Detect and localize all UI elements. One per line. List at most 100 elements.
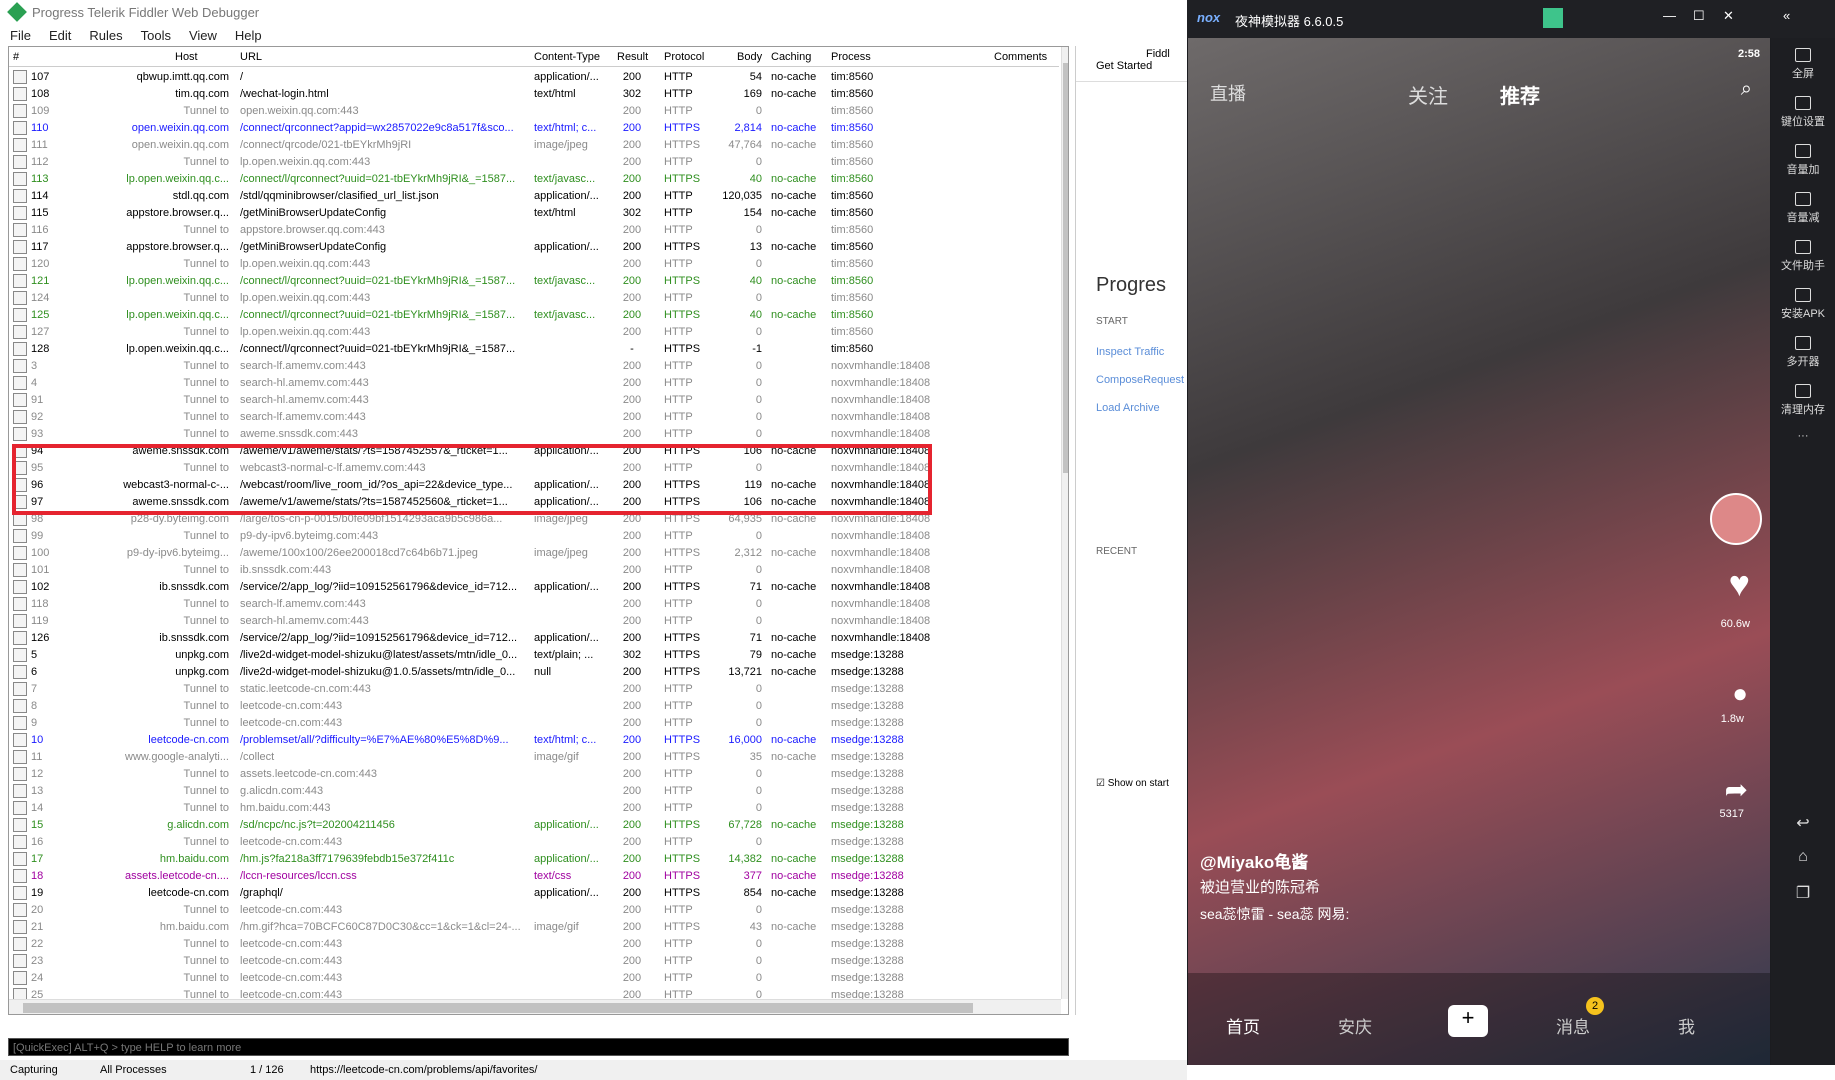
menu-rules[interactable]: Rules — [89, 28, 122, 43]
home-icon[interactable]: ⌂ — [1771, 848, 1835, 866]
nav-city[interactable]: 安庆 — [1338, 1013, 1372, 1038]
table-row[interactable]: 111 open.weixin.qq.com/connect/qrcode/021… — [9, 137, 1059, 154]
table-row[interactable]: 127 Tunnel to lp.open.weixin.qq.com:443 200… — [9, 324, 1059, 341]
table-row[interactable]: 93 Tunnel to aweme.snssdk.com:443 200 HTTP 0 n… — [9, 426, 1059, 443]
author-name[interactable]: @Miyako龟酱 — [1200, 848, 1308, 873]
table-row[interactable]: 118 Tunnel to search-lf.amemv.com:443 200 HT… — [9, 596, 1059, 613]
table-row[interactable]: 23 Tunnel to leetcode-cn.com:443 200 HTTP 0 ms… — [9, 953, 1059, 970]
tab-live[interactable]: 直播 — [1210, 80, 1246, 106]
table-row[interactable]: 22 Tunnel to leetcode-cn.com:443 200 HTTP 0 ms… — [9, 936, 1059, 953]
table-row[interactable]: 10 leetcode-cn.com/problemset/all/?diffic… — [9, 732, 1059, 749]
table-row[interactable]: 114 stdl.qq.com/stdl/qqminibrowser/clasif… — [9, 188, 1059, 205]
minimize-icon[interactable]: — — [1663, 8, 1676, 23]
sessions-hscrollbar[interactable] — [9, 999, 1061, 1014]
collapse-icon[interactable]: « — [1783, 8, 1790, 23]
side-fullscreen[interactable]: 全屏 — [1771, 48, 1835, 81]
vscroll-thumb[interactable] — [1063, 63, 1068, 473]
table-row[interactable]: 121 lp.open.weixin.qq.c... /connect/l/qrco… — [9, 273, 1059, 290]
menu-file[interactable]: File — [10, 28, 31, 43]
hscroll-thumb[interactable] — [23, 1003, 973, 1013]
tab-recommend[interactable]: 推荐 — [1500, 80, 1540, 109]
side-install-apk[interactable]: 安装APK — [1771, 288, 1835, 321]
close-icon[interactable]: ✕ — [1723, 8, 1734, 24]
side-volume-down[interactable]: 音量减 — [1771, 192, 1835, 225]
table-row[interactable]: 110 open.weixin.qq.com/connect/qrconnect?… — [9, 120, 1059, 137]
table-row[interactable]: 15 g.alicdn.com/sd/ncpc/nc.js?t=202004211… — [9, 817, 1059, 834]
side-file-helper[interactable]: 文件助手 — [1771, 240, 1835, 273]
share-icon[interactable]: ➦ — [1725, 773, 1748, 806]
table-row[interactable]: 20 Tunnel to leetcode-cn.com:443 200 HTTP 0 ms… — [9, 902, 1059, 919]
table-row[interactable]: 13 Tunnel to g.alicdn.com:443 200 HTTP 0 msedg… — [9, 783, 1059, 800]
col-protocol[interactable]: Protocol — [664, 51, 704, 63]
tab-fiddler[interactable]: Fiddl — [1146, 48, 1170, 60]
menu-tools[interactable]: Tools — [141, 28, 171, 43]
col-content-type[interactable]: Content-Type — [534, 51, 600, 63]
table-row[interactable]: 126 ib.snssdk.com/service/2/app_log/?iid=… — [9, 630, 1059, 647]
side-clean-memory[interactable]: 清理内存 — [1771, 384, 1835, 417]
col-process[interactable]: Process — [831, 51, 871, 63]
table-row[interactable]: 120 Tunnel to lp.open.weixin.qq.com:443 200… — [9, 256, 1059, 273]
comment-icon[interactable]: ● — [1732, 678, 1748, 709]
process-filter[interactable]: All Processes — [100, 1060, 167, 1080]
table-row[interactable]: 108 tim.qq.com/wechat-login.html text/html… — [9, 86, 1059, 103]
table-row[interactable]: 24 Tunnel to leetcode-cn.com:443 200 HTTP 0 ms… — [9, 970, 1059, 987]
col-url[interactable]: URL — [240, 51, 262, 63]
col-body[interactable]: Body — [737, 51, 762, 63]
table-row[interactable]: 112 Tunnel to lp.open.weixin.qq.com:443 200… — [9, 154, 1059, 171]
nav-me[interactable]: 我 — [1678, 1013, 1695, 1038]
quickexec-input[interactable]: [QuickExec] ALT+Q > type HELP to learn m… — [8, 1038, 1069, 1056]
side-multi-instance[interactable]: 多开器 — [1771, 336, 1835, 369]
menu-edit[interactable]: Edit — [49, 28, 71, 43]
table-row[interactable]: 102 ib.snssdk.com/service/2/app_log/?iid=… — [9, 579, 1059, 596]
table-row[interactable]: 6 unpkg.com/live2d-widget-model-shizuku@1… — [9, 664, 1059, 681]
table-row[interactable]: 18 assets.leetcode-cn.... /lccn-resources/… — [9, 868, 1059, 885]
table-row[interactable]: 113 lp.open.weixin.qq.c... /connect/l/qrco… — [9, 171, 1059, 188]
music-label[interactable]: sea蕊惊雷 - sea蕊 网易: — [1200, 904, 1349, 924]
table-row[interactable]: 3 Tunnel to search-lf.amemv.com:443 200 HTTP… — [9, 358, 1059, 375]
table-row[interactable]: 5 unpkg.com/live2d-widget-model-shizuku@l… — [9, 647, 1059, 664]
create-button[interactable]: + — [1448, 1005, 1488, 1037]
table-row[interactable]: 11 www.google-analyti... /collect image/gif… — [9, 749, 1059, 766]
table-row[interactable]: 115 appstore.browser.q... /getMiniBrowserU… — [9, 205, 1059, 222]
table-row[interactable]: 17 hm.baidu.com/hm.js?fa218a3ff7179639feb… — [9, 851, 1059, 868]
table-row[interactable]: 128 lp.open.weixin.qq.c... /connect/l/qrco… — [9, 341, 1059, 358]
col-comments[interactable]: Comments — [994, 51, 1047, 63]
compose-request-link[interactable]: ComposeRequest — [1096, 374, 1184, 386]
sessions-vscrollbar[interactable] — [1061, 47, 1068, 999]
table-row[interactable]: 9 Tunnel to leetcode-cn.com:443 200 HTTP 0 mse… — [9, 715, 1059, 732]
col-num[interactable]: # — [13, 51, 19, 63]
table-row[interactable]: 116 Tunnel to appstore.browser.qq.com:443 2… — [9, 222, 1059, 239]
author-avatar[interactable] — [1710, 493, 1762, 545]
nox-shop-icon[interactable] — [1543, 8, 1563, 28]
load-archive-link[interactable]: Load Archive — [1096, 402, 1160, 414]
table-row[interactable]: 99 Tunnel to p9-dy-ipv6.byteimg.com:443 200… — [9, 528, 1059, 545]
table-row[interactable]: 12 Tunnel to assets.leetcode-cn.com:443 200… — [9, 766, 1059, 783]
sessions-list[interactable]: # Host URL Content-Type Result Protocol … — [8, 46, 1069, 1015]
table-row[interactable]: 124 Tunnel to lp.open.weixin.qq.com:443 200… — [9, 290, 1059, 307]
side-volume-up[interactable]: 音量加 — [1771, 144, 1835, 177]
table-row[interactable]: 19 leetcode-cn.com/graphql/application/..… — [9, 885, 1059, 902]
col-host[interactable]: Host — [175, 51, 198, 63]
nav-home[interactable]: 首页 — [1226, 1013, 1260, 1038]
recent-apps-icon[interactable]: ❐ — [1771, 883, 1835, 903]
table-row[interactable]: 8 Tunnel to leetcode-cn.com:443 200 HTTP 0 mse… — [9, 698, 1059, 715]
back-icon[interactable]: ↩ — [1771, 813, 1835, 833]
table-row[interactable]: 16 Tunnel to leetcode-cn.com:443 200 HTTP 0 ms… — [9, 834, 1059, 851]
tab-follow[interactable]: 关注 — [1408, 80, 1448, 109]
show-on-start-checkbox[interactable]: ☑ Show on start — [1096, 778, 1169, 789]
capturing-toggle[interactable]: Capturing — [10, 1060, 58, 1080]
table-row[interactable]: 92 Tunnel to search-lf.amemv.com:443 200 HTT… — [9, 409, 1059, 426]
tab-get-started[interactable]: Get Started — [1096, 60, 1152, 72]
table-row[interactable]: 100 p9-dy-ipv6.byteimg... /aweme/100x100/2… — [9, 545, 1059, 562]
menu-view[interactable]: View — [189, 28, 217, 43]
table-row[interactable]: 7 Tunnel to static.leetcode-cn.com:443 200 H… — [9, 681, 1059, 698]
more-icon[interactable]: ··· — [1771, 430, 1835, 442]
like-icon[interactable]: ♥ — [1729, 563, 1750, 605]
menu-help[interactable]: Help — [235, 28, 262, 43]
side-keymap[interactable]: 键位设置 — [1771, 96, 1835, 129]
table-row[interactable]: 4 Tunnel to search-hl.amemv.com:443 200 HTTP… — [9, 375, 1059, 392]
table-row[interactable]: 125 lp.open.weixin.qq.c... /connect/l/qrco… — [9, 307, 1059, 324]
nav-messages[interactable]: 消息 — [1556, 1013, 1590, 1038]
table-row[interactable]: 91 Tunnel to search-hl.amemv.com:443 200 HTT… — [9, 392, 1059, 409]
col-caching[interactable]: Caching — [771, 51, 811, 63]
